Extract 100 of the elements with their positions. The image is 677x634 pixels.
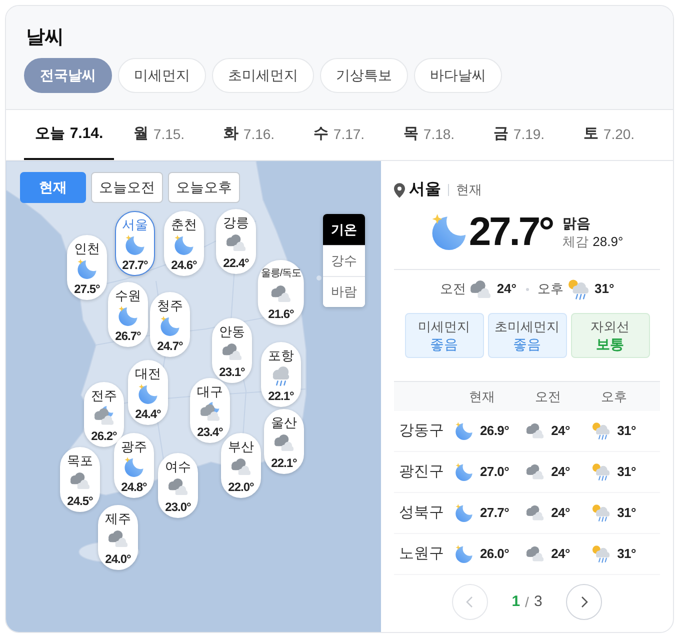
forecast-temperature: 24° [496,280,516,298]
city-temperature: 24.5° [67,493,93,509]
time-tab[interactable]: 오늘오전 [91,172,163,203]
city-temperature: 24.4° [135,406,161,422]
sun-rain-cloud-icon [592,545,610,563]
table-temperature: 26.9° [480,422,509,440]
index-card[interactable]: 미세먼지 좋음 [404,313,484,358]
time-label: 현재 [456,181,482,200]
time-tab[interactable]: 오늘오후 [168,172,240,203]
sun-rain-cloud-icon [592,422,610,440]
category-tab[interactable]: 초미세먼지 [212,58,314,93]
city-marker[interactable]: 울산 22.1° [264,409,304,474]
date-tab[interactable]: 토 7.20. [564,110,654,160]
feels-like-label: 체감 [562,232,589,250]
district-name: 강동구 [398,420,444,441]
table-temperature: 24° [551,504,570,522]
moon-icon [124,457,144,477]
city-temperature: 22.4° [223,255,249,271]
moon-icon [454,545,473,563]
city-marker[interactable]: 여수 23.0° [158,453,198,518]
city-temperature: 27.7° [122,257,148,273]
table-temperature: 31° [617,545,636,564]
city-name: 서울 [122,217,148,233]
table-temperature: 27.0° [480,463,509,482]
location-name: 서울 [409,180,441,200]
city-marker[interactable]: 인천 27.5° [67,235,107,300]
column-header: 오전 [535,388,561,406]
sun-rain-cloud-icon [592,504,610,522]
cloud-icon [470,278,491,300]
chevron-left-icon [466,596,474,608]
next-page-button[interactable] [566,584,602,620]
city-name: 울산 [271,415,297,431]
index-label: 초미세먼지 [494,318,560,335]
table-temperature: 31° [617,422,636,440]
city-temperature: 26.2° [91,428,117,444]
city-temperature: 22.1° [268,388,294,404]
feels-like-value: 28.9° [592,232,624,250]
date-tab[interactable]: 월 7.15. [114,110,204,160]
index-value: 좋음 [513,335,541,353]
cloud-icon [222,342,242,362]
city-name: 제주 [105,511,131,527]
cloud-icon [271,284,291,304]
city-name: 울릉/독도 [260,267,302,281]
table-temperature: 24° [551,422,570,440]
column-header: 오후 [601,388,627,406]
current-temperature: 27.7° [468,212,553,252]
location-pin-icon [394,182,405,198]
district-name: 성북구 [398,502,444,523]
index-label: 미세먼지 [418,318,470,335]
date-tab[interactable]: 금 7.19. [474,110,564,160]
category-tab[interactable]: 미세먼지 [118,58,206,93]
city-marker[interactable]: 제주 24.0° [98,505,138,570]
city-name: 여수 [165,459,191,475]
moon-icon [138,384,158,404]
city-temperature: 23.1° [219,364,245,380]
current-page: 1 [512,592,520,612]
city-name: 포항 [268,348,294,364]
cloud-icon [274,433,294,453]
moon-icon [160,316,180,336]
city-temperature: 24.6° [171,257,197,273]
category-tab[interactable]: 바다날씨 [414,58,502,93]
city-marker[interactable]: 울릉/독도 21.6° [258,260,304,325]
moon-icon [454,422,473,440]
city-temperature: 23.4° [197,424,223,440]
city-name: 강릉 [223,215,249,231]
district-name: 광진구 [398,462,444,482]
city-temperature: 22.0° [228,479,254,495]
moon-icon [174,235,194,255]
cloud-icon [231,457,251,477]
city-marker[interactable]: 부산 22.0° [221,433,261,498]
category-tab[interactable]: 기상특보 [320,58,408,93]
city-temperature: 21.6° [268,306,294,322]
date-tab[interactable]: 화 7.16. [204,110,294,160]
city-name: 광주 [121,439,147,455]
cloud-icon [168,477,188,497]
city-temperature: 23.0° [165,499,191,515]
table-temperature: 24° [551,463,570,482]
city-name: 춘천 [171,217,197,233]
table-temperature: 26.0° [480,545,509,564]
date-tab[interactable]: 목 7.18. [384,110,474,160]
cloud-icon [526,504,544,522]
layer-tab[interactable]: 강수 [323,245,365,276]
date-tab[interactable]: 수 7.17. [294,110,384,160]
moon-icon [454,463,473,481]
city-name: 전주 [91,388,117,404]
index-card[interactable]: 자외선 보통 [570,313,650,358]
layer-tab[interactable]: 기온 [323,214,365,245]
sun-rain-cloud-icon [568,278,588,300]
layer-tab[interactable]: 바람 [323,276,365,307]
city-temperature: 24.7° [157,338,183,354]
moon-icon [118,306,138,326]
table-temperature: 31° [617,463,636,482]
table-temperature: 27.7° [480,504,509,522]
city-marker[interactable]: 목포 24.5° [60,447,100,512]
city-name: 대전 [135,366,161,382]
city-temperature: 27.5° [74,281,100,297]
index-label: 자외선 [590,318,630,335]
rain-cloud-icon [271,366,291,386]
index-card[interactable]: 초미세먼지 좋음 [488,313,566,358]
city-name: 수원 [115,288,141,304]
